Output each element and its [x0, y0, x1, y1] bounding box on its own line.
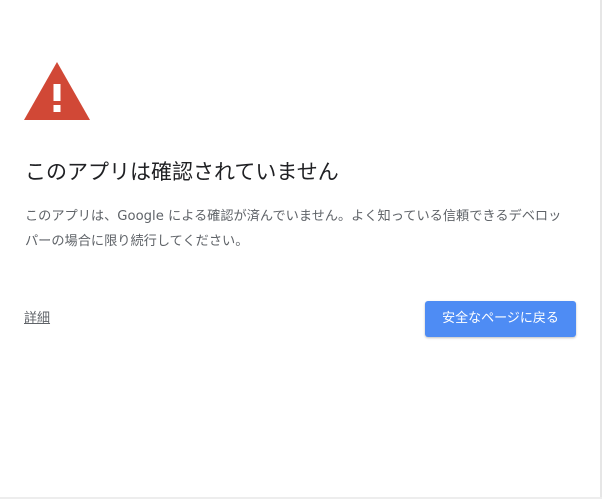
warning-description: このアプリは、Google による確認が済んでいません。よく知っている信頼できる…: [25, 209, 562, 249]
warning-triangle-icon: [24, 62, 90, 120]
unverified-app-interstitial: このアプリは確認されていません このアプリは、Google による確認が済んでい…: [0, 0, 602, 499]
back-to-safety-button[interactable]: 安全なページに戻る: [425, 301, 576, 337]
page-title: このアプリは確認されていません: [25, 160, 339, 184]
details-link[interactable]: 詳細: [24, 309, 50, 329]
